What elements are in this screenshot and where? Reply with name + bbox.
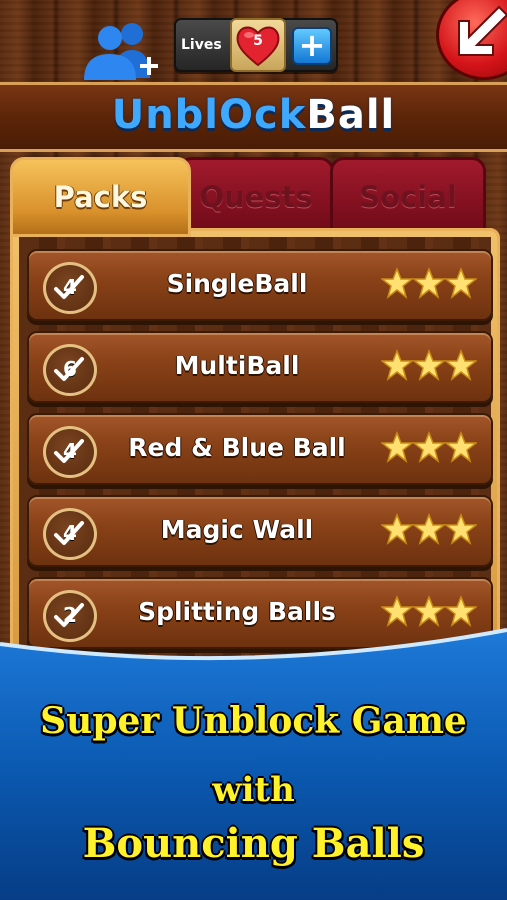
pack-row-red-blue-ball[interactable]: 4 Red & Blue Ball: [27, 413, 493, 485]
star-icon: [411, 595, 447, 627]
star-icon: [381, 595, 415, 627]
logo-band: UnblOckBall: [0, 82, 507, 152]
logo-part-3: ck: [254, 92, 307, 138]
star-icon: [411, 513, 447, 545]
add-friend-button[interactable]: [80, 20, 162, 82]
promo-banner: Super Unblock Game with Bouncing Balls: [0, 628, 507, 900]
star-icon: [443, 431, 477, 463]
checkmark-icon: [54, 357, 84, 381]
game-logo: UnblOckBall: [0, 92, 507, 138]
add-friend-icon: [84, 23, 158, 80]
packs-list: 4 SingleBall 6 MultiBall 4 Red & Blue Ba…: [19, 237, 493, 671]
rating-stars: [381, 349, 477, 381]
promo-connector: with: [212, 770, 295, 810]
lives-panel: Lives 5 +: [174, 18, 338, 72]
checkmark-icon: [54, 603, 84, 627]
rating-stars: [381, 431, 477, 463]
pack-row-singleball[interactable]: 4 SingleBall: [27, 249, 493, 321]
star-icon: [411, 431, 447, 463]
plus-icon: +: [298, 26, 326, 64]
lives-heart-frame: 5: [230, 18, 286, 72]
checkmark-icon: [54, 521, 84, 545]
star-icon: [381, 267, 415, 299]
star-icon: [443, 267, 477, 299]
pack-name: Splitting Balls: [138, 597, 336, 626]
back-arrow-icon: [458, 5, 507, 56]
pack-name: MultiBall: [174, 351, 300, 380]
add-lives-button[interactable]: +: [292, 26, 332, 65]
lives-count: 5: [253, 33, 263, 49]
logo-part-2: O: [219, 92, 255, 138]
tab-quests[interactable]: Quests: [178, 157, 334, 237]
lives-label: Lives: [181, 37, 222, 53]
star-icon: [381, 431, 415, 463]
rating-stars: [381, 513, 477, 545]
tab-social[interactable]: Social: [330, 157, 486, 237]
tab-packs[interactable]: Packs: [10, 157, 191, 237]
star-icon: [381, 513, 415, 545]
pack-name: SingleBall: [166, 269, 308, 298]
rating-stars: [381, 595, 477, 627]
star-icon: [381, 349, 415, 381]
rating-stars: [381, 267, 477, 299]
packs-panel: 4 SingleBall 6 MultiBall 4 Red & Blue Ba…: [10, 228, 500, 674]
pack-row-multiball[interactable]: 6 MultiBall: [27, 331, 493, 403]
star-icon: [411, 267, 447, 299]
star-icon: [411, 349, 447, 381]
pack-name: Magic Wall: [160, 515, 314, 544]
promo-subline: Bouncing Balls: [82, 820, 425, 867]
checkmark-icon: [54, 275, 84, 299]
logo-part-1: Unbl: [111, 92, 220, 138]
logo-part-4: Ball: [306, 92, 396, 138]
star-icon: [443, 595, 477, 627]
promo-headline: Super Unblock Game: [40, 700, 467, 742]
pack-name: Red & Blue Ball: [128, 433, 346, 462]
star-icon: [443, 349, 477, 381]
pack-row-magic-wall[interactable]: 4 Magic Wall: [27, 495, 493, 567]
checkmark-icon: [54, 439, 84, 463]
back-button[interactable]: [436, 0, 507, 80]
star-icon: [443, 513, 477, 545]
